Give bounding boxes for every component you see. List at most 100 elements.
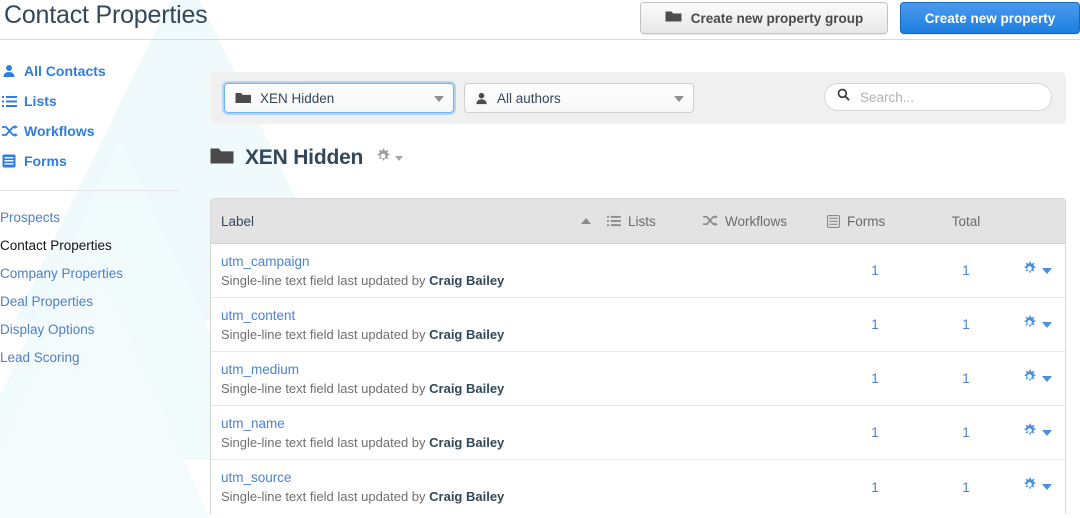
workflows-icon bbox=[703, 215, 718, 227]
property-name-link[interactable]: utm_source bbox=[221, 470, 292, 485]
property-name-link[interactable]: utm_campaign bbox=[221, 254, 310, 269]
folder-icon bbox=[210, 147, 234, 170]
sidebar-primary-nav: All Contacts Lists Workflows Forms bbox=[0, 41, 196, 176]
forms-count[interactable]: 1 bbox=[871, 371, 879, 386]
gear-icon bbox=[1022, 369, 1037, 389]
sidebar-item-label: Contact Properties bbox=[0, 237, 112, 253]
row-label-cell: utm_name Single-line text field last upd… bbox=[211, 416, 607, 450]
gear-icon bbox=[1022, 315, 1037, 335]
row-label-cell: utm_campaign Single-line text field last… bbox=[211, 254, 607, 288]
forms-icon bbox=[2, 154, 24, 168]
person-icon bbox=[475, 92, 488, 105]
row-forms-cell: 1 bbox=[827, 263, 923, 278]
row-total-cell: 1 bbox=[923, 371, 1009, 386]
property-group-select[interactable]: XEN Hidden bbox=[224, 83, 454, 113]
total-count[interactable]: 1 bbox=[962, 480, 970, 495]
property-name-link[interactable]: utm_medium bbox=[221, 362, 299, 377]
column-header-total[interactable]: Total bbox=[923, 214, 1009, 229]
total-count[interactable]: 1 bbox=[962, 371, 970, 386]
sidebar-item-lists[interactable]: Lists bbox=[0, 86, 196, 116]
sidebar-secondary-nav: Prospects Contact Properties Company Pro… bbox=[0, 191, 196, 371]
row-actions-cell bbox=[1009, 477, 1065, 497]
property-author: Craig Bailey bbox=[429, 380, 505, 396]
sidebar-item-label: Lists bbox=[24, 93, 57, 109]
property-description-prefix: Single-line text field last updated by bbox=[221, 434, 430, 450]
property-group-header: XEN Hidden bbox=[210, 144, 404, 172]
row-settings-menu[interactable] bbox=[1022, 261, 1052, 281]
property-author: Craig Bailey bbox=[429, 434, 505, 450]
row-forms-cell: 1 bbox=[827, 317, 923, 332]
author-select[interactable]: All authors bbox=[464, 83, 694, 113]
property-author: Craig Bailey bbox=[429, 489, 505, 504]
folder-icon bbox=[235, 92, 251, 104]
property-description-prefix: Single-line text field last updated by bbox=[221, 272, 430, 288]
forms-count[interactable]: 1 bbox=[871, 480, 879, 495]
gear-icon bbox=[375, 148, 391, 169]
chevron-down-icon bbox=[1042, 321, 1052, 328]
person-icon bbox=[2, 64, 24, 78]
row-settings-menu[interactable] bbox=[1022, 423, 1052, 443]
sidebar-item-label: Workflows bbox=[24, 123, 95, 139]
top-header-bar: Contact Properties Create new property g… bbox=[0, 0, 1080, 40]
property-description: Single-line text field last updated by C… bbox=[221, 273, 504, 288]
sidebar-item-display-options[interactable]: Display Options bbox=[0, 315, 196, 343]
property-description-prefix: Single-line text field last updated by bbox=[221, 380, 430, 396]
row-forms-cell: 1 bbox=[827, 480, 923, 495]
column-header-workflows[interactable]: Workflows bbox=[703, 214, 827, 229]
column-header-lists[interactable]: Lists bbox=[607, 214, 703, 229]
create-new-property-label: Create new property bbox=[924, 10, 1056, 26]
sidebar-item-all-contacts[interactable]: All Contacts bbox=[0, 56, 196, 86]
forms-count[interactable]: 1 bbox=[871, 317, 879, 332]
property-description: Single-line text field last updated by C… bbox=[221, 381, 504, 396]
property-description: Single-line text field last updated by C… bbox=[221, 327, 504, 342]
create-new-property-group-label: Create new property group bbox=[690, 10, 864, 26]
sidebar-item-prospects[interactable]: Prospects bbox=[0, 203, 196, 231]
chevron-down-icon bbox=[1042, 484, 1052, 490]
sidebar-item-workflows[interactable]: Workflows bbox=[0, 116, 196, 146]
property-name-link[interactable]: utm_name bbox=[221, 416, 285, 431]
author-select-value: All authors bbox=[497, 90, 561, 106]
property-description-prefix: Single-line text field last updated by bbox=[221, 326, 430, 342]
total-count[interactable]: 1 bbox=[962, 263, 970, 278]
sidebar-item-company-properties[interactable]: Company Properties bbox=[0, 259, 196, 287]
sidebar-item-contact-properties[interactable]: Contact Properties bbox=[0, 231, 196, 259]
property-group-select-value: XEN Hidden bbox=[260, 90, 335, 106]
folder-icon bbox=[665, 10, 682, 26]
row-settings-menu[interactable] bbox=[1022, 369, 1052, 389]
create-new-property-button[interactable]: Create new property bbox=[900, 2, 1080, 34]
column-header-forms-text: Forms bbox=[847, 213, 886, 229]
forms-count[interactable]: 1 bbox=[871, 425, 879, 440]
column-header-label[interactable]: Label bbox=[211, 214, 581, 229]
search-box[interactable] bbox=[824, 83, 1052, 111]
total-count[interactable]: 1 bbox=[962, 425, 970, 440]
row-total-cell: 1 bbox=[923, 425, 1009, 440]
sidebar-item-label: Prospects bbox=[0, 209, 61, 225]
column-header-total-text: Total bbox=[951, 213, 981, 229]
create-new-property-group-button[interactable]: Create new property group bbox=[640, 2, 888, 34]
sidebar-item-label: Deal Properties bbox=[0, 293, 94, 309]
chevron-down-icon bbox=[1042, 429, 1052, 436]
forms-count[interactable]: 1 bbox=[871, 263, 879, 278]
gear-icon bbox=[1022, 423, 1037, 443]
property-name-link[interactable]: utm_content bbox=[221, 308, 295, 323]
list-icon bbox=[2, 95, 24, 108]
property-group-title: XEN Hidden bbox=[245, 146, 364, 169]
sidebar-item-forms[interactable]: Forms bbox=[0, 146, 196, 176]
column-header-label-text: Label bbox=[221, 213, 255, 229]
table-body: utm_campaign Single-line text field last… bbox=[211, 244, 1065, 514]
sidebar-item-deal-properties[interactable]: Deal Properties bbox=[0, 287, 196, 315]
row-settings-menu[interactable] bbox=[1022, 315, 1052, 335]
total-count[interactable]: 1 bbox=[962, 317, 970, 332]
chevron-down-icon bbox=[434, 96, 444, 102]
column-header-workflows-text: Workflows bbox=[725, 213, 788, 229]
search-input[interactable] bbox=[858, 88, 1036, 106]
sidebar-item-label: All Contacts bbox=[24, 63, 106, 79]
sidebar-item-lead-scoring[interactable]: Lead Scoring bbox=[0, 343, 196, 371]
table-row: utm_content Single-line text field last … bbox=[211, 298, 1065, 352]
row-forms-cell: 1 bbox=[827, 371, 923, 386]
column-header-forms[interactable]: Forms bbox=[827, 214, 923, 229]
sort-ascending-icon bbox=[581, 218, 591, 224]
gear-icon bbox=[1022, 477, 1037, 497]
property-group-settings-menu[interactable] bbox=[375, 148, 404, 169]
row-settings-menu[interactable] bbox=[1022, 477, 1052, 497]
